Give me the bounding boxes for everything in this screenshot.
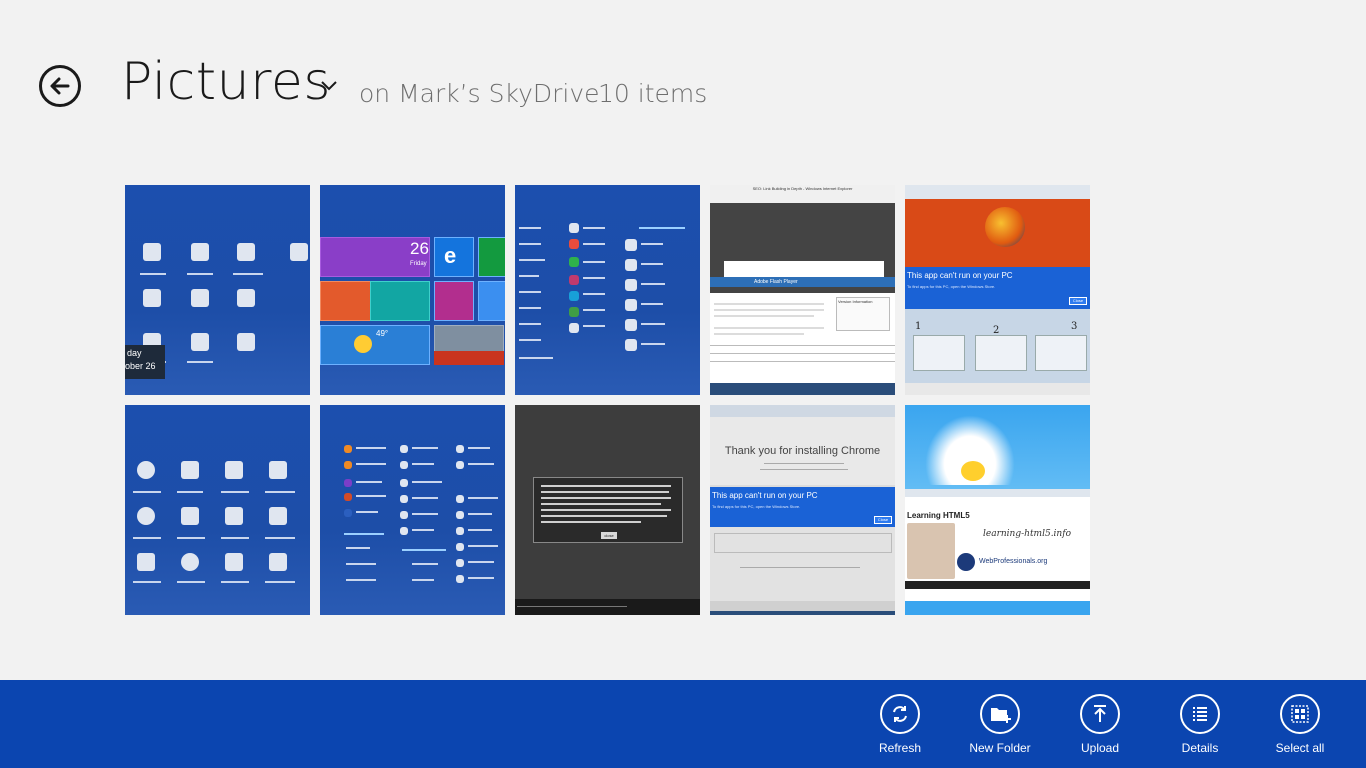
picture-thumbnail[interactable]: day ober 26 (125, 185, 310, 395)
info-title: Version Information (838, 299, 873, 304)
picture-thumbnail[interactable] (125, 405, 310, 615)
calendar-tile-number: 26 (410, 239, 429, 258)
dialog-title: Adobe Flash Player (754, 279, 798, 285)
banner-close-button: Close (1069, 297, 1087, 305)
banner-subtitle: To find apps for this PC, open the Windo… (907, 284, 996, 289)
picture-grid: day ober 26 26 Friday e 49° SEO: Link Bu… (125, 185, 1090, 615)
date-overlay-label: day (127, 348, 142, 358)
step-number: 3 (1071, 321, 1078, 332)
banner-subtitle: To find apps for this PC, open the Windo… (712, 504, 801, 509)
picture-thumbnail[interactable]: SEO: Link Building in Depth - Windows In… (710, 185, 895, 395)
new-folder-label: New Folder (969, 741, 1031, 755)
app-bar: Refresh New Folder Upload Details Select… (0, 680, 1366, 768)
calendar-tile-day: Friday (410, 261, 427, 267)
back-arrow-icon (50, 77, 70, 95)
dialog-close-button: close (601, 532, 617, 539)
details-icon (1193, 707, 1207, 721)
browser-window-title: SEO: Link Building in Depth - Windows In… (752, 186, 853, 191)
upload-label: Upload (1080, 741, 1120, 755)
details-label: Details (1181, 741, 1219, 755)
page-title: Pictures (121, 52, 331, 112)
chrome-heading: Thank you for installing Chrome (724, 445, 881, 457)
picture-thumbnail[interactable] (515, 185, 700, 395)
picture-thumbnail[interactable]: 26 Friday e 49° (320, 185, 505, 395)
select-all-label: Select all (1275, 741, 1325, 755)
picture-thumbnail[interactable] (320, 405, 505, 615)
refresh-button[interactable]: Refresh (850, 694, 950, 755)
site-name: learning-html5.info (983, 529, 1071, 539)
banner-close-button: Close (874, 516, 892, 524)
new-folder-button[interactable]: New Folder (950, 694, 1050, 755)
picture-thumbnail[interactable]: Thank you for installing Chrome This app… (710, 405, 895, 615)
location-label: on Mark’s SkyDrive (359, 79, 600, 108)
new-folder-icon (991, 708, 1011, 723)
details-button[interactable]: Details (1150, 694, 1250, 755)
picture-thumbnail[interactable]: Learning HTML5 learning-html5.info WebPr… (905, 405, 1090, 615)
page-heading: Learning HTML5 (907, 511, 970, 520)
back-button[interactable] (39, 65, 81, 107)
weather-tile-temp: 49° (376, 329, 389, 338)
upload-button[interactable]: Upload (1050, 694, 1150, 755)
upload-icon (1094, 705, 1106, 722)
step-number: 1 (915, 321, 922, 332)
picture-thumbnail[interactable]: close (515, 405, 700, 615)
refresh-label: Refresh (878, 741, 922, 755)
banner-title: This app can't run on your PC (907, 271, 1013, 280)
banner-title: This app can't run on your PC (712, 491, 818, 500)
date-overlay-label: ober 26 (125, 361, 156, 371)
item-count: 10 items (598, 79, 708, 108)
brand-name: WebProfessionals.org (979, 558, 1048, 565)
select-all-icon (1291, 705, 1309, 723)
chevron-down-icon[interactable] (320, 80, 338, 92)
refresh-icon (893, 706, 907, 722)
select-all-button[interactable]: Select all (1250, 694, 1350, 755)
picture-thumbnail[interactable]: This app can't run on your PC To find ap… (905, 185, 1090, 395)
